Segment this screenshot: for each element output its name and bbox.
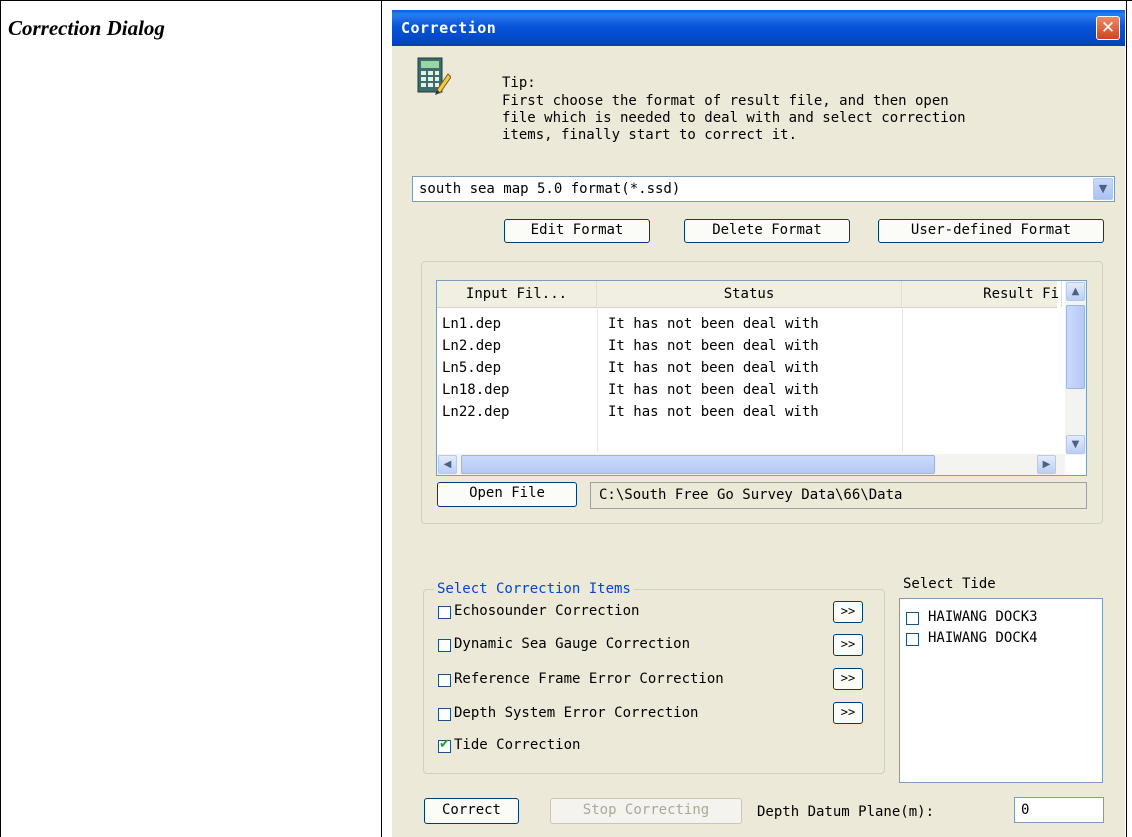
input-file-cell: Ln5.dep bbox=[442, 360, 502, 376]
folder-path-text: C:\South Free Go Survey Data\66\Data bbox=[599, 487, 903, 503]
reference-frame-settings-button[interactable]: >> bbox=[833, 668, 863, 690]
tide-name: HAIWANG DOCK4 bbox=[928, 630, 1038, 646]
open-file-button[interactable]: Open File bbox=[437, 482, 577, 507]
delete-format-button[interactable]: Delete Format bbox=[684, 219, 850, 243]
scroll-up-icon[interactable]: ▲ bbox=[1066, 282, 1085, 301]
stop-correcting-button[interactable]: Stop Correcting bbox=[550, 798, 742, 824]
column-header-input-file[interactable]: Input Fil... bbox=[437, 281, 597, 307]
correction-dialog: Correction ✕ Tip: First choose the forma… bbox=[392, 10, 1125, 837]
checkbox-label: Depth System Error Correction bbox=[454, 705, 699, 721]
table-right-border bbox=[1126, 0, 1127, 837]
input-file-cell: Ln2.dep bbox=[442, 338, 502, 354]
checkbox-icon[interactable] bbox=[438, 606, 451, 619]
checkbox-label: Tide Correction bbox=[454, 737, 581, 753]
tide-item-haiwang-dock3[interactable]: HAIWANG DOCK3 bbox=[906, 609, 1096, 629]
scroll-left-icon[interactable]: ◀ bbox=[438, 455, 457, 474]
table-row[interactable]: Ln18.dep It has not been deal with bbox=[437, 379, 1057, 401]
table-column-divider bbox=[381, 0, 382, 837]
checkbox-icon[interactable]: ✔ bbox=[438, 737, 451, 753]
dialog-title: Correction bbox=[401, 19, 497, 37]
input-file-cell: Ln22.dep bbox=[442, 404, 510, 420]
dialog-titlebar[interactable]: Correction ✕ bbox=[392, 10, 1125, 46]
input-file-cell: Ln1.dep bbox=[442, 316, 502, 332]
folder-path-field: C:\South Free Go Survey Data\66\Data bbox=[590, 482, 1087, 509]
horizontal-scrollbar[interactable]: ◀ ▶ bbox=[437, 454, 1065, 475]
chevron-down-icon[interactable]: ▼ bbox=[1093, 178, 1113, 200]
close-icon[interactable]: ✕ bbox=[1096, 16, 1120, 40]
depth-system-error-correction-checkbox[interactable]: Depth System Error Correction bbox=[438, 705, 818, 727]
checkmark-icon: ✔ bbox=[439, 737, 450, 752]
correct-button[interactable]: Correct bbox=[424, 798, 519, 824]
table-row[interactable]: Ln2.dep It has not been deal with bbox=[437, 335, 1057, 357]
file-list[interactable]: Input Fil... Status Result Fi Ln1.dep It… bbox=[436, 280, 1087, 476]
dynamic-sea-gauge-settings-button[interactable]: >> bbox=[833, 634, 863, 656]
correction-items-legend: Select Correction Items bbox=[434, 581, 634, 597]
edit-format-button[interactable]: Edit Format bbox=[504, 219, 650, 243]
echosounder-settings-button[interactable]: >> bbox=[833, 601, 863, 623]
column-header-result-file[interactable]: Result Fi bbox=[902, 281, 1062, 307]
status-cell: It has not been deal with bbox=[608, 404, 819, 420]
table-row[interactable]: Ln5.dep It has not been deal with bbox=[437, 357, 1057, 379]
echosounder-correction-checkbox[interactable]: Echosounder Correction bbox=[438, 603, 818, 625]
user-defined-format-button[interactable]: User-defined Format bbox=[878, 219, 1104, 243]
table-left-border bbox=[0, 0, 1, 837]
tide-correction-checkbox[interactable]: ✔ Tide Correction bbox=[438, 737, 738, 759]
depth-system-settings-button[interactable]: >> bbox=[833, 702, 863, 724]
checkbox-icon[interactable] bbox=[906, 633, 919, 646]
status-cell: It has not been deal with bbox=[608, 316, 819, 332]
table-row[interactable]: Ln22.dep It has not been deal with bbox=[437, 401, 1057, 423]
vertical-scrollbar[interactable]: ▲ ▼ bbox=[1065, 281, 1086, 455]
column-header-status[interactable]: Status bbox=[597, 281, 902, 307]
checkbox-icon[interactable] bbox=[438, 708, 451, 721]
depth-datum-label: Depth Datum Plane(m): bbox=[757, 804, 935, 820]
checkbox-icon[interactable] bbox=[906, 612, 919, 625]
checkbox-icon[interactable] bbox=[438, 674, 451, 687]
status-cell: It has not been deal with bbox=[608, 382, 819, 398]
dynamic-sea-gauge-correction-checkbox[interactable]: Dynamic Sea Gauge Correction bbox=[438, 636, 818, 658]
table-top-border bbox=[0, 0, 1132, 1]
input-file-cell: Ln18.dep bbox=[442, 382, 510, 398]
calculator-edit-icon bbox=[417, 57, 451, 95]
table-row[interactable]: Ln1.dep It has not been deal with bbox=[437, 313, 1057, 335]
checkbox-icon[interactable] bbox=[438, 639, 451, 652]
checkbox-label: Reference Frame Error Correction bbox=[454, 671, 724, 687]
checkbox-label: Echosounder Correction bbox=[454, 603, 640, 619]
document-caption: Correction Dialog bbox=[8, 16, 165, 40]
tide-list[interactable]: HAIWANG DOCK3 HAIWANG DOCK4 bbox=[899, 598, 1103, 783]
result-format-select[interactable]: south sea map 5.0 format(*.ssd) ▼ bbox=[412, 176, 1115, 202]
horizontal-scroll-thumb[interactable] bbox=[461, 455, 935, 474]
checkbox-label: Dynamic Sea Gauge Correction bbox=[454, 636, 691, 652]
select-tide-label: Select Tide bbox=[903, 576, 996, 592]
tip-text: First choose the format of result file, … bbox=[502, 93, 966, 143]
tide-item-haiwang-dock4[interactable]: HAIWANG DOCK4 bbox=[906, 630, 1096, 650]
vertical-scroll-thumb[interactable] bbox=[1066, 305, 1085, 389]
status-cell: It has not been deal with bbox=[608, 360, 819, 376]
file-list-header: Input Fil... Status Result Fi bbox=[437, 281, 1062, 308]
format-select-value: south sea map 5.0 format(*.ssd) bbox=[419, 181, 681, 197]
scroll-down-icon[interactable]: ▼ bbox=[1066, 435, 1085, 454]
reference-frame-error-correction-checkbox[interactable]: Reference Frame Error Correction bbox=[438, 671, 838, 693]
depth-datum-value: 0 bbox=[1021, 802, 1030, 818]
status-cell: It has not been deal with bbox=[608, 338, 819, 354]
tide-name: HAIWANG DOCK3 bbox=[928, 609, 1038, 625]
tip-label: Tip: bbox=[502, 75, 536, 91]
scroll-right-icon[interactable]: ▶ bbox=[1037, 455, 1056, 474]
depth-datum-input[interactable]: 0 bbox=[1014, 797, 1104, 823]
